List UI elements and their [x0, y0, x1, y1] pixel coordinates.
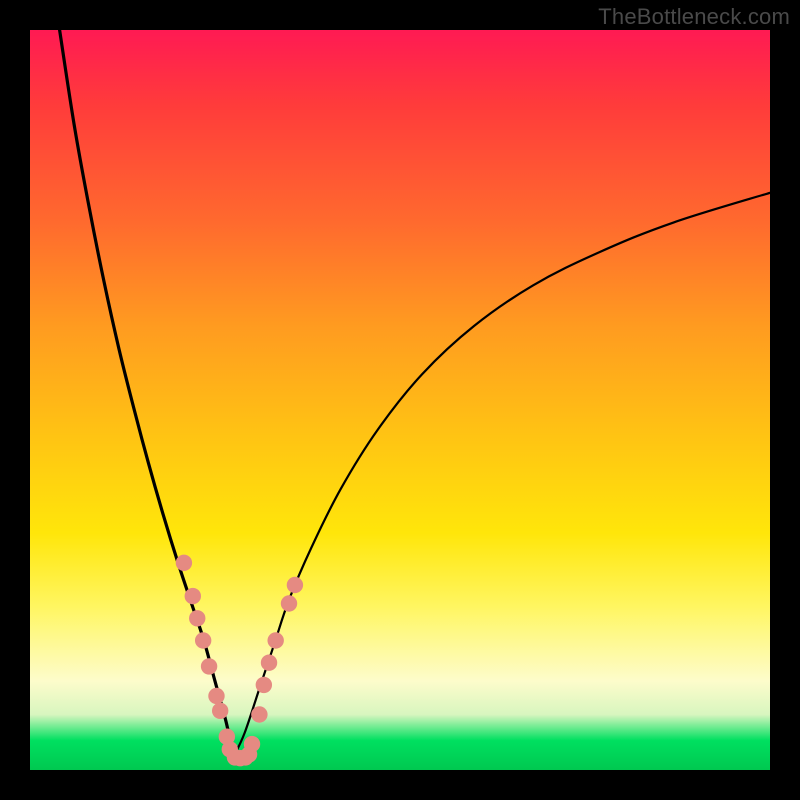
- data-marker: [261, 655, 277, 671]
- data-marker: [256, 677, 272, 693]
- data-marker: [281, 595, 297, 611]
- chart-svg: [30, 30, 770, 770]
- watermark-text: TheBottleneck.com: [598, 4, 790, 30]
- curve-right-branch: [234, 193, 771, 757]
- data-marker: [208, 688, 224, 704]
- marker-layer: [176, 555, 303, 767]
- data-marker: [189, 610, 205, 626]
- data-marker: [244, 736, 260, 752]
- data-marker: [185, 588, 201, 604]
- data-marker: [176, 555, 192, 571]
- data-marker: [195, 632, 211, 648]
- plot-area: [30, 30, 770, 770]
- data-marker: [212, 703, 228, 719]
- curve-left-branch: [60, 30, 234, 757]
- data-marker: [201, 658, 217, 674]
- curve-layer: [60, 30, 770, 757]
- data-marker: [287, 577, 303, 593]
- data-marker: [251, 706, 267, 722]
- chart-frame: TheBottleneck.com: [0, 0, 800, 800]
- data-marker: [267, 632, 283, 648]
